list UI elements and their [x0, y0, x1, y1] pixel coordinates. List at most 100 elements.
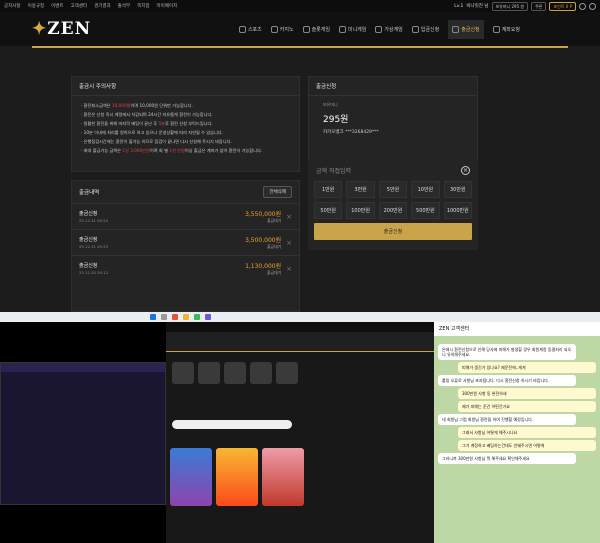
amount-button[interactable]: 1000만원 [443, 202, 472, 219]
chat-bubble: 온레시 환전신청으로 인해 당사에 피해가 발생할 경우 회원계정 동결처리 되… [438, 344, 576, 360]
row-amount-wrap: 1,130,000원 출금대기 [245, 261, 281, 276]
row-status: 출금대기 [267, 218, 282, 223]
utility-link[interactable]: 쪽지함 [137, 4, 149, 9]
coupon-pill[interactable]: 쿠폰 [531, 1, 547, 11]
game-card[interactable] [262, 448, 304, 506]
pragmatic-panel [0, 362, 166, 505]
amount-button[interactable]: 30만원 [443, 181, 472, 198]
menu-item[interactable]: 입금신청 [411, 25, 440, 33]
menu-label: 스포츠 [247, 26, 262, 33]
menu-icon [375, 25, 383, 33]
menu-label: 가상게임 [384, 26, 403, 33]
menu-item[interactable]: 가상게임 [375, 25, 403, 33]
money-value: 295원 [323, 115, 349, 125]
notice-line: · 은행점검시간에는 환전이 불가능 하므로 점검이 끝나면 다시 신청해 주시… [81, 139, 232, 144]
logo-text: ZEN [47, 19, 92, 39]
chat-bubble: 롤링 오류로 사항님 초과됩니다. 다시 환전신청 하시기 바랍니다. [438, 375, 576, 386]
menu-item[interactable]: 출금신청 [448, 19, 484, 39]
menu-label: 슬롯게임 [311, 26, 330, 33]
menu-item[interactable]: 스포츠 [238, 25, 262, 33]
app-icon[interactable] [205, 314, 211, 320]
chat-window: ZEN 고객센터 온레시 환전신청으로 인해 당사에 피해가 발생할 경우 회원… [434, 322, 600, 543]
mail-icon[interactable] [579, 2, 586, 10]
history-panel: 출금내역 전체삭제 출금신청 25.12.31 00:54 3,550,000원 출금… [71, 180, 300, 312]
casino-window [166, 322, 434, 543]
amount-grid: 1만원 3만원 5만원 10만원 30만원 50만원 100만원 200만원 500만원 1000… [308, 181, 478, 219]
menu-label: 미니게임 [347, 26, 367, 33]
history-title: 출금내역 [79, 190, 100, 196]
amount-button[interactable]: 200만원 [378, 202, 408, 219]
utility-links: 공지사항 이용규정 이벤트 고객센터 경기결과 출석부 쪽지함 마이페이지 [4, 3, 184, 9]
row-left: 출금신청 25.12.30 04:12 [79, 262, 108, 275]
logo[interactable]: ✦ZEN [32, 19, 91, 39]
delete-icon[interactable]: × [286, 213, 292, 221]
game-card[interactable] [170, 448, 212, 506]
row-date: 25.12.31 00:54 [79, 218, 109, 223]
row-date: 25.12.30 04:12 [79, 270, 109, 275]
amount-input[interactable]: 금액 직접입력 [316, 166, 351, 175]
notice-title: 출금시 주의사항 [72, 77, 299, 96]
row-right: 1,130,000원 출금대기 × [245, 261, 292, 276]
apply-title: 출금신청 [309, 77, 477, 96]
amount-button[interactable]: 3만원 [346, 181, 375, 198]
menu-item[interactable]: 미니게임 [338, 25, 367, 33]
utility-link[interactable]: 고객센터 [71, 4, 88, 9]
history-row: 출금신청 25.12.30 04:12 1,130,000원 출금대기 × [72, 255, 299, 281]
notice-highlight: 1천 만원 [169, 148, 185, 153]
notice-panel: 출금시 주의사항 · 환전최소금액은 10,000원이며 10,000원 단위만… [71, 76, 300, 172]
amount-button[interactable]: 1만원 [314, 181, 343, 198]
balance-pill[interactable]: 보유머니 295 원 [491, 1, 529, 11]
chrome-icon[interactable] [194, 314, 200, 320]
submit-button[interactable]: 출금신청 [314, 223, 472, 240]
game-card[interactable] [216, 448, 258, 506]
browser-icon[interactable] [172, 314, 178, 320]
apply-panel: 출금신청 보유머니 295원 카카오뱅크 ***3268429*** [308, 76, 478, 166]
menu: 스포츠 카지노 슬롯게임 미니게임 가상게임 입금신청 출금신청 계좌요청 [238, 12, 520, 46]
chat-bubble: 네 회원님 그럼 회원님 환전을 하여 진행할 예정입니다. [438, 414, 576, 425]
menu-label: 입금신청 [420, 26, 440, 33]
utility-link[interactable]: 출석부 [118, 4, 130, 9]
bank-account: 카카오뱅크 ***3268429*** [323, 130, 379, 135]
delete-icon[interactable]: × [286, 239, 292, 247]
search-icon[interactable] [161, 314, 167, 320]
amount-button[interactable]: 10만원 [411, 181, 440, 198]
menu-icon [411, 25, 419, 33]
point-pill[interactable]: 포인트 0 P [549, 1, 576, 11]
taskbar-icons [150, 314, 216, 320]
amount-button[interactable]: 50만원 [314, 202, 343, 219]
clear-icon[interactable]: × [461, 166, 470, 175]
row-type: 출금신청 [79, 237, 98, 243]
menu-item[interactable]: 카지노 [270, 25, 294, 33]
amount-button[interactable]: 500만원 [411, 202, 440, 219]
row-type: 출금신청 [79, 211, 98, 217]
menu-item[interactable]: 계좌요청 [492, 25, 520, 33]
history-row: 출금신청 25.12.31 00:54 3,550,000원 출금대기 × [72, 203, 299, 229]
utility-link[interactable]: 이용규정 [28, 4, 45, 9]
utility-link[interactable]: 이벤트 [51, 4, 63, 9]
menu-label: 출금신청 [461, 26, 480, 33]
amount-button[interactable]: 100만원 [346, 202, 375, 219]
notice-highlight: 1일 3,000만원 [122, 148, 150, 153]
utility-link[interactable]: 마이페이지 [157, 4, 178, 9]
utility-link[interactable]: 공지사항 [4, 4, 21, 9]
delete-icon[interactable]: × [286, 265, 292, 273]
menu-item[interactable]: 슬롯게임 [302, 25, 330, 33]
amount-panel: 금액 직접입력 × 1만원 3만원 5만원 10만원 30만원 50만원 100만원 200만… [308, 160, 478, 250]
menu-icon [452, 25, 460, 33]
delete-all-button[interactable]: 전체삭제 [263, 186, 292, 198]
utility-link[interactable]: 경기결과 [94, 4, 111, 9]
start-icon[interactable] [150, 314, 156, 320]
row-amount-wrap: 3,500,000원 출금대기 [245, 235, 281, 250]
main-nav: ✦ZEN 스포츠 카지노 슬롯게임 미니게임 가상게임 입금신청 출금신청 계좌요청 [0, 12, 600, 46]
folder-icon[interactable] [183, 314, 189, 320]
logout-icon[interactable] [589, 2, 596, 10]
notice-line: · 환전은 신청 즉시 계정에서 차감되며 24시간 자유롭게 환전이 가능합니… [81, 112, 213, 117]
search-input[interactable] [172, 420, 292, 429]
notice-highlight: 10,000원 [111, 103, 131, 108]
slot-game-window [0, 322, 166, 543]
amount-button[interactable]: 5만원 [378, 181, 408, 198]
row-amount-wrap: 3,550,000원 출금대기 [245, 209, 281, 224]
history-row: 출금신청 25.12.31 00:53 3,500,000원 출금대기 × [72, 229, 299, 255]
taskbar [0, 312, 600, 322]
chat-bubble: 그거 계정하고 베팅하는건데도 안돼주시면 어떻게 [458, 440, 596, 451]
